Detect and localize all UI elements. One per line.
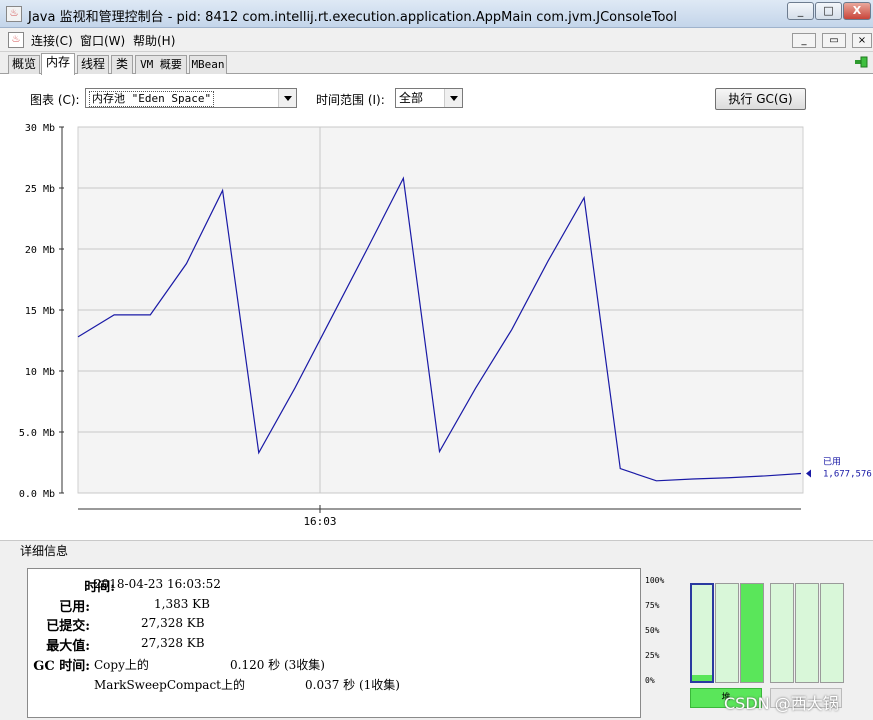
menu-help[interactable]: 帮助(H) [133,32,175,49]
chart-selector-value: 内存池 "Eden Space" [89,91,215,107]
time-range-value: 全部 [399,91,424,105]
menu-window[interactable]: 窗口(W) [80,32,125,49]
gc-collector-name: MarkSweepCompact上的 [94,678,245,692]
watermark: CSDN @西大锅 [724,694,839,713]
tab-memory[interactable]: 内存 [41,53,75,75]
y-tick-label: 0.0 Mb [19,489,55,500]
pool-bar-metaspace[interactable] [795,583,819,683]
pool-bar-fill [741,584,763,682]
perform-gc-button[interactable]: 执行 GC(G) [715,88,806,110]
used-label: 已用: [59,600,90,615]
y-tick-label: 25 Mb [25,184,55,195]
max-value: 27,328 KB [141,636,205,650]
menu-bar: ♨ 连接(C) 窗口(W) 帮助(H) _ ▭ × [0,28,873,52]
pct-label: 0% [645,676,655,685]
legend-marker [806,469,811,478]
pct-label: 75% [645,601,660,610]
y-tick-label: 30 Mb [25,123,55,134]
y-tick-label: 5.0 Mb [19,428,55,439]
menu-connection[interactable]: 连接(C) [31,32,73,49]
y-tick-label: 10 Mb [25,367,55,378]
details-section-title: 详细信息 [20,544,69,558]
time-value: 2018-04-23 16:03:52 [94,577,221,591]
committed-label: 已提交: [46,619,90,634]
time-range-label: 时间范围 (I): [316,93,385,107]
gc-collector-name: Copy上的 [94,658,149,672]
pool-bar-code-cache[interactable] [770,583,794,683]
tab-classes[interactable]: 类 [111,55,133,74]
java-cup-icon: ♨ [8,32,24,48]
connection-status-icon [855,56,868,68]
memory-usage-chart: 30 Mb 25 Mb 20 Mb 15 Mb 10 Mb 5.0 Mb 0.0 Mb 16:… [19,123,872,528]
tab-threads[interactable]: 线程 [77,55,109,74]
tab-vm-summary[interactable]: VM 概要 [135,55,187,74]
details-panel: 时间: 2018-04-23 16:03:52 已用: 1,383 KB 已提交… [27,568,641,718]
inner-close-button[interactable]: × [852,33,872,48]
pool-bar-fill [692,675,712,681]
inner-restore-button[interactable]: ▭ [822,33,846,48]
pool-bar-eden[interactable] [690,583,714,683]
tab-mbeans[interactable]: MBean [189,55,227,74]
tab-bar: 概览 内存 线程 类 VM 概要 MBean [0,52,873,75]
gc-collector-time: 0.037 秒 (1收集) [305,678,400,692]
pool-bar-tenured[interactable] [740,583,764,683]
chevron-down-icon [444,89,462,107]
window-title-bar: ♨ Java 监视和管理控制台 - pid: 8412 com.intellij… [0,0,873,28]
y-tick-label: 20 Mb [25,245,55,256]
pct-label: 100% [645,576,665,585]
gc-time-label: GC 时间: [33,659,90,674]
pct-label: 50% [645,626,660,635]
y-tick-label: 15 Mb [25,306,55,317]
pool-bar-class-space[interactable] [820,583,844,683]
maximize-button[interactable]: □ [815,2,842,20]
chart-selector-label: 图表 (C): [30,93,80,107]
java-app-icon: ♨ [6,6,22,22]
window-title: Java 监视和管理控制台 - pid: 8412 com.intellij.r… [28,10,677,25]
x-tick-label: 16:03 [303,515,336,528]
committed-value: 27,328 KB [141,616,205,630]
inner-minimize-button[interactable]: _ [792,33,816,48]
tab-overview[interactable]: 概览 [8,55,40,74]
time-range-dropdown[interactable]: 全部 [395,88,463,108]
close-button[interactable]: X [843,2,871,20]
chevron-down-icon [278,89,296,107]
minimize-button[interactable]: _ [787,2,814,20]
pool-bar-survivor[interactable] [715,583,739,683]
used-value: 1,383 KB [154,597,210,611]
pct-label: 25% [645,651,660,660]
max-label: 最大值: [46,639,90,654]
legend-value: 1,677,576 [823,469,872,479]
chart-selector-dropdown[interactable]: 内存池 "Eden Space" [85,88,297,108]
legend-label: 已用 [823,456,841,467]
gc-collector-time: 0.120 秒 (3收集) [230,658,325,672]
